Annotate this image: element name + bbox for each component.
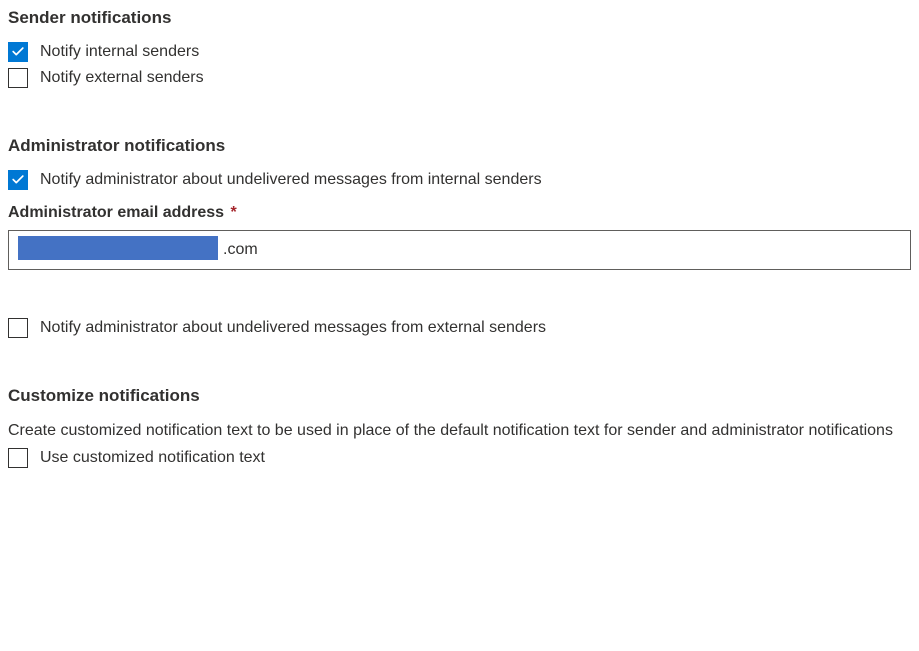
customize-notifications-description: Create customized notification text to b… (8, 420, 911, 442)
sender-notifications-section: Sender notifications Notify internal sen… (8, 8, 911, 88)
checkmark-icon (11, 45, 25, 59)
notify-internal-senders-checkbox[interactable] (8, 42, 28, 62)
notify-external-senders-label[interactable]: Notify external senders (40, 69, 204, 87)
checkmark-icon (11, 173, 25, 187)
notify-admin-external-row: Notify administrator about undelivered m… (8, 318, 911, 338)
admin-email-label: Administrator email address * (8, 204, 911, 222)
admin-email-input[interactable] (8, 230, 911, 270)
use-custom-text-checkbox[interactable] (8, 448, 28, 468)
sender-notifications-heading: Sender notifications (8, 8, 911, 28)
notify-admin-internal-label[interactable]: Notify administrator about undelivered m… (40, 171, 542, 189)
notify-admin-external-label[interactable]: Notify administrator about undelivered m… (40, 319, 546, 337)
notify-external-senders-checkbox[interactable] (8, 68, 28, 88)
use-custom-text-row: Use customized notification text (8, 448, 911, 468)
notify-external-senders-row: Notify external senders (8, 68, 911, 88)
admin-email-input-wrap (8, 230, 911, 270)
admin-email-label-text: Administrator email address (8, 204, 224, 221)
customize-notifications-heading: Customize notifications (8, 386, 911, 406)
customize-notifications-section: Customize notifications Create customize… (8, 386, 911, 468)
notify-admin-internal-row: Notify administrator about undelivered m… (8, 170, 911, 190)
use-custom-text-label[interactable]: Use customized notification text (40, 449, 265, 467)
notify-internal-senders-row: Notify internal senders (8, 42, 911, 62)
admin-notifications-heading: Administrator notifications (8, 136, 911, 156)
admin-notifications-section: Administrator notifications Notify admin… (8, 136, 911, 338)
notify-internal-senders-label[interactable]: Notify internal senders (40, 43, 199, 61)
notify-admin-external-checkbox[interactable] (8, 318, 28, 338)
notify-admin-internal-checkbox[interactable] (8, 170, 28, 190)
required-marker: * (231, 204, 237, 221)
